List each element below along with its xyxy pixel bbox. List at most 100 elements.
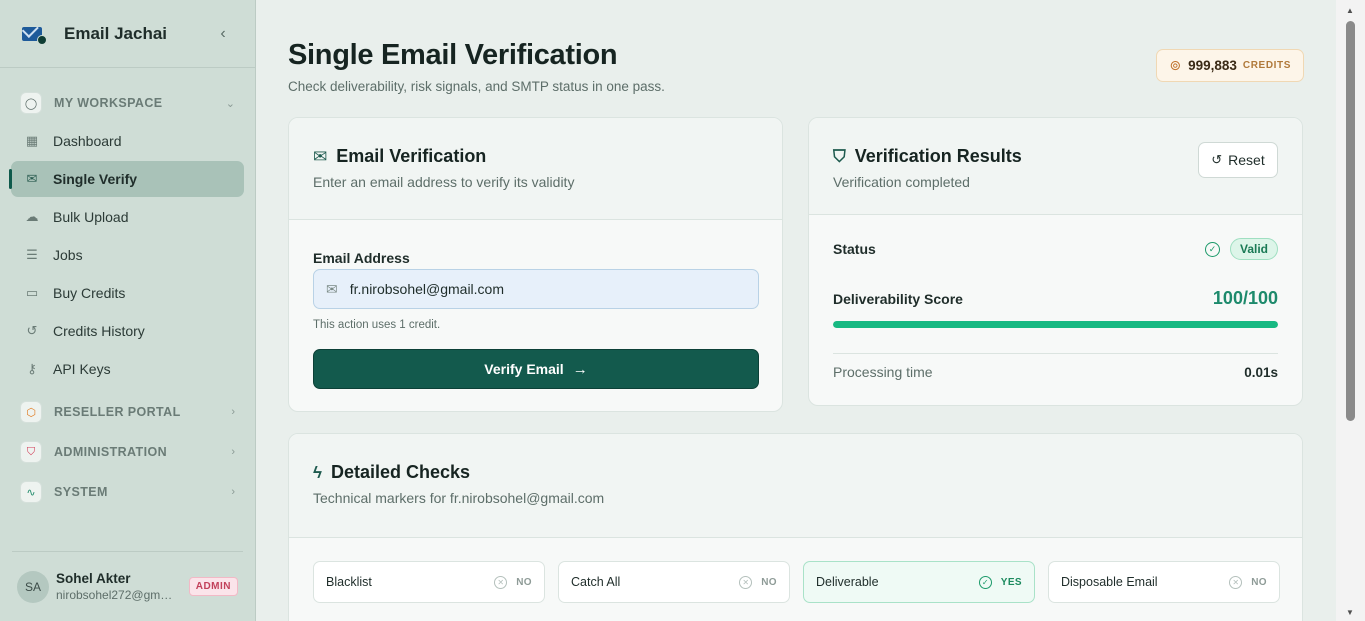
- email-verification-card: ✉ Email Verification Enter an email addr…: [288, 117, 783, 412]
- sidebar-item-label: Jobs: [53, 247, 83, 263]
- sidebar-item-label: Dashboard: [53, 133, 122, 149]
- score-progress-bar: [833, 321, 1278, 328]
- sidebar-item-label: Buy Credits: [53, 285, 126, 301]
- scroll-up-arrow-icon[interactable]: ▲: [1346, 6, 1354, 15]
- sidebar-item-api-keys[interactable]: ⚷ API Keys: [11, 351, 244, 387]
- chevron-right-icon: ›: [231, 446, 235, 458]
- section-label: MY WORKSPACE: [54, 96, 163, 110]
- mail-icon: ✉: [313, 146, 328, 166]
- x-circle-icon: ✕: [1229, 575, 1243, 589]
- check-label: Deliverable: [816, 575, 879, 589]
- section-my-workspace[interactable]: ◯ MY WORKSPACE ⌄: [0, 88, 255, 118]
- credits-badge: ⊚ 999,883 CREDITS: [1156, 49, 1304, 82]
- sidebar-nav: ◯ MY WORKSPACE ⌄ ▦ Dashboard ✉ Single Ve…: [0, 68, 255, 507]
- check-value: NO: [761, 576, 777, 588]
- user-info: Sohel Akter nirobsohel272@gmail.com: [56, 571, 189, 602]
- verify-email-button[interactable]: Verify Email →: [313, 349, 759, 389]
- card-header: ϟ Detailed Checks Technical markers for …: [289, 434, 1302, 538]
- check-circle-icon: ✓: [978, 575, 992, 589]
- sidebar-item-label: Single Verify: [53, 171, 138, 187]
- scroll-down-arrow-icon[interactable]: ▼: [1346, 608, 1354, 617]
- check-label: Disposable Email: [1061, 575, 1158, 589]
- check-value: NO: [516, 576, 532, 588]
- sidebar-item-dashboard[interactable]: ▦ Dashboard: [11, 123, 244, 159]
- user-profile[interactable]: SA Sohel Akter nirobsohel272@gmail.com A…: [12, 551, 243, 621]
- coins-icon: ⊚: [1169, 57, 1182, 73]
- score-progress-fill: [833, 321, 1278, 328]
- chevron-left-icon[interactable]: ‹: [213, 25, 233, 43]
- card-title: ✉ Email Verification: [313, 146, 758, 167]
- checks-grid: Blacklist ✕ NO Catch All ✕ NO Deliverabl…: [313, 561, 1280, 603]
- status-badge: Valid: [1229, 238, 1278, 260]
- score-row: Deliverability Score 100/100: [833, 288, 1278, 309]
- sidebar-item-single-verify[interactable]: ✉ Single Verify: [9, 161, 244, 197]
- credits-label: CREDITS: [1242, 60, 1291, 71]
- page-scrollbar[interactable]: ▲ ▼: [1336, 0, 1365, 621]
- sidebar: Email Jachai ‹ ◯ MY WORKSPACE ⌄ ▦ Dashbo…: [0, 0, 256, 621]
- check-item-catch-all: Catch All ✕ NO: [558, 561, 790, 603]
- card-title-text: Email Verification: [336, 146, 487, 166]
- sidebar-item-label: Bulk Upload: [53, 209, 129, 225]
- page-subtitle: Check deliverability, risk signals, and …: [288, 79, 665, 94]
- status-label: Status: [833, 241, 876, 257]
- button-label: Verify Email: [484, 361, 564, 377]
- status-row: Status ✓ Valid: [833, 238, 1278, 260]
- section-label: ADMINISTRATION: [54, 445, 167, 459]
- activity-icon: ∿: [20, 481, 42, 503]
- divider: [833, 353, 1278, 354]
- section-label: SYSTEM: [54, 485, 108, 499]
- check-value: YES: [1000, 576, 1022, 588]
- brand: Email Jachai ‹: [0, 0, 255, 68]
- section-system[interactable]: ∿ SYSTEM ›: [0, 477, 255, 507]
- email-input-wrapper: ✉: [313, 269, 759, 309]
- app-name: Email Jachai: [64, 23, 168, 43]
- role-badge: ADMIN: [188, 577, 238, 596]
- chevron-down-icon: ⌄: [225, 97, 235, 110]
- card-title-text: Verification Results: [854, 146, 1022, 166]
- detailed-checks-card: ϟ Detailed Checks Technical markers for …: [288, 433, 1303, 621]
- check-circle-icon: ✓: [1204, 241, 1220, 257]
- credit-card-icon: ▭: [25, 285, 39, 300]
- check-item-blacklist: Blacklist ✕ NO: [313, 561, 545, 603]
- chevron-right-icon: ›: [231, 406, 235, 418]
- mail-icon: ✉: [26, 171, 38, 186]
- sidebar-item-jobs[interactable]: ☰ Jobs: [11, 237, 244, 273]
- avatar: SA: [17, 570, 49, 603]
- list-checks-icon: ☰: [26, 247, 38, 262]
- active-indicator: [9, 169, 12, 189]
- user-name: Sohel Akter: [56, 571, 131, 586]
- sidebar-item-buy-credits[interactable]: ▭ Buy Credits: [11, 275, 244, 311]
- email-input[interactable]: [349, 281, 730, 297]
- check-item-deliverable: Deliverable ✓ YES: [803, 561, 1035, 603]
- history-icon: ↺: [26, 323, 38, 338]
- main-content: Single Email Verification Check delivera…: [256, 0, 1336, 621]
- button-label: Reset: [1228, 152, 1265, 168]
- score-label: Deliverability Score: [833, 290, 963, 307]
- scrollbar-thumb[interactable]: [1346, 21, 1355, 421]
- email-field-label: Email Address: [313, 250, 410, 266]
- check-label: Catch All: [571, 575, 621, 589]
- chevron-right-icon: ›: [231, 486, 235, 498]
- upload-cloud-icon: ☁: [25, 209, 39, 224]
- card-header: ✉ Email Verification Enter an email addr…: [289, 118, 782, 220]
- x-circle-icon: ✕: [739, 575, 753, 589]
- check-value: NO: [1251, 576, 1267, 588]
- processing-value: 0.01s: [1244, 364, 1278, 380]
- sidebar-item-label: API Keys: [53, 361, 111, 377]
- section-administration[interactable]: ⛉ ADMINISTRATION ›: [0, 437, 255, 467]
- credits-value: 999,883: [1188, 58, 1237, 73]
- x-circle-icon: ✕: [494, 575, 508, 589]
- user-icon: ◯: [20, 92, 42, 114]
- sidebar-item-credits-history[interactable]: ↺ Credits History: [11, 313, 244, 349]
- section-reseller-portal[interactable]: ⬡ RESELLER PORTAL ›: [0, 397, 255, 427]
- card-header: ⛉ Verification Results Verification comp…: [809, 118, 1302, 215]
- arrow-right-icon: →: [572, 360, 588, 378]
- processing-label: Processing time: [833, 364, 933, 380]
- package-icon: ⬡: [20, 401, 42, 423]
- key-icon: ⚷: [27, 361, 37, 376]
- reset-button[interactable]: ↺ Reset: [1198, 142, 1278, 178]
- shield-icon: ⛉: [833, 146, 846, 166]
- section-label: RESELLER PORTAL: [54, 405, 181, 419]
- zap-icon: ϟ: [313, 462, 322, 482]
- sidebar-item-bulk-upload[interactable]: ☁ Bulk Upload: [11, 199, 244, 235]
